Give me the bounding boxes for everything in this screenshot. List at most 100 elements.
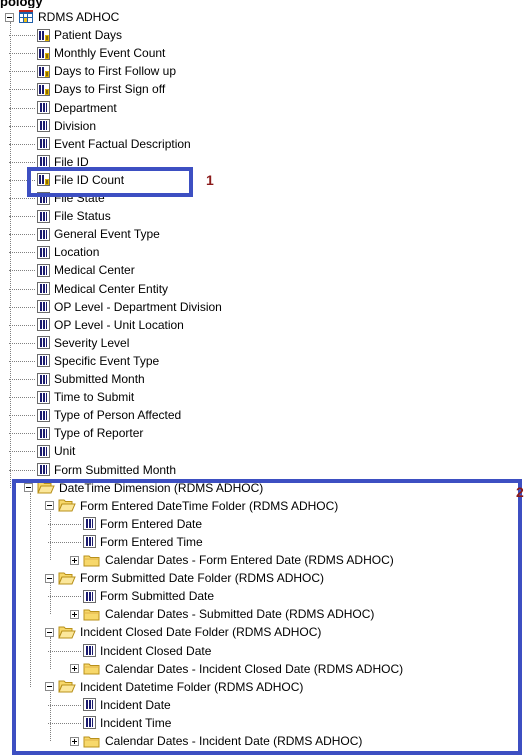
tree-item-attribute[interactable]: File Status — [37, 207, 111, 225]
tree-item-attribute[interactable]: Severity Level — [37, 334, 129, 352]
tree-connector — [9, 324, 35, 326]
tree-connector — [9, 161, 35, 163]
tree-item-attribute[interactable]: OP Level - Unit Location — [37, 316, 184, 334]
tree-connector — [9, 71, 35, 73]
tree-item-attribute[interactable]: Form Submitted Month — [37, 461, 176, 479]
tree-item-measure[interactable]: Days to First Follow up — [37, 62, 176, 80]
annotation-number-1: 1 — [206, 172, 214, 188]
annotation-box-1 — [27, 167, 193, 197]
tree-item-attribute[interactable]: General Event Type — [37, 225, 160, 243]
tree-connector — [9, 252, 35, 254]
tree-item-label: File Status — [54, 209, 111, 224]
tree-connector — [9, 270, 35, 272]
tree-item-label: Medical Center — [54, 263, 135, 278]
tree-connector — [9, 397, 35, 399]
attribute-icon — [37, 101, 50, 114]
attribute-icon — [37, 372, 50, 386]
tree-item-label: Severity Level — [54, 335, 130, 350]
tree-item-attribute[interactable]: Unit — [37, 442, 75, 460]
tree-item-label: Time to Submit — [54, 390, 135, 405]
tree-item-label: Location — [54, 245, 100, 260]
collapse-minus-icon[interactable] — [5, 12, 14, 22]
cube-icon — [18, 10, 34, 24]
tree-item-label: Type of Person Affected — [54, 408, 182, 423]
tree-item-attribute[interactable]: Time to Submit — [37, 388, 134, 406]
attribute-icon — [37, 209, 50, 223]
tree-connector — [9, 469, 35, 471]
tree-item-attribute[interactable]: Department — [37, 99, 117, 117]
tree-item-attribute[interactable]: Division — [37, 117, 96, 135]
tree-item-attribute[interactable]: Medical Center Entity — [37, 280, 168, 298]
tree-item-label: General Event Type — [54, 227, 160, 242]
measure-icon — [37, 64, 50, 78]
measure-icon — [37, 46, 50, 60]
measure-icon — [37, 28, 50, 42]
attribute-icon — [37, 300, 50, 314]
attribute-icon — [37, 137, 50, 151]
tree-item-attribute[interactable]: Type of Person Affected — [37, 406, 181, 424]
tree-connector — [9, 433, 35, 435]
measure-icon — [37, 82, 50, 96]
object-tree: RDMS ADHOC Patient Days Monthly Event Co… — [0, 0, 532, 755]
tree-item-attribute[interactable]: Type of Reporter — [37, 424, 143, 442]
attribute-icon — [37, 336, 50, 350]
tree-connector — [9, 342, 35, 344]
attribute-icon — [37, 318, 50, 332]
tree-connector — [9, 53, 35, 55]
tree-item-label: Specific Event Type — [54, 353, 160, 368]
tree-connector — [9, 234, 35, 236]
tree-connector — [10, 22, 11, 488]
tree-connector — [9, 451, 35, 453]
tree-item-label: Monthly Event Count — [54, 46, 166, 61]
annotation-box-2 — [12, 479, 522, 755]
tree-item-label: Division — [54, 118, 97, 133]
tree-item-measure[interactable]: Monthly Event Count — [37, 44, 165, 62]
tree-item-measure[interactable]: Patient Days — [37, 26, 122, 44]
tree-item-measure[interactable]: Days to First Sign off — [37, 80, 165, 98]
attribute-icon — [37, 354, 50, 368]
tree-connector — [9, 415, 35, 417]
tree-connector — [9, 288, 35, 290]
tree-item-label: Days to First Follow up — [54, 64, 177, 79]
tree-item-label: Submitted Month — [54, 372, 145, 386]
tree-item-label: Days to First Sign off — [54, 82, 166, 97]
tree-connector — [9, 35, 35, 37]
tree-item-label: Type of Reporter — [54, 426, 144, 441]
attribute-icon — [37, 463, 50, 476]
annotation-number-2: 2 — [516, 484, 524, 500]
tree-connector — [9, 360, 35, 362]
tree-item-attribute[interactable]: Event Factual Description — [37, 135, 191, 153]
tree-item-attribute[interactable]: Specific Event Type — [37, 352, 159, 370]
attribute-icon — [37, 119, 50, 133]
attribute-icon — [37, 227, 50, 241]
tree-item-label: RDMS ADHOC — [38, 10, 120, 24]
tree-connector — [9, 107, 35, 109]
tree-item-label: OP Level - Unit Location — [54, 317, 184, 332]
attribute-icon — [37, 426, 50, 440]
tree-connector — [9, 216, 35, 218]
tree-connector — [9, 89, 35, 91]
tree-item-label: Department — [54, 100, 117, 115]
attribute-icon — [37, 245, 50, 259]
tree-item-label: Medical Center Entity — [54, 281, 169, 296]
attribute-icon — [37, 282, 50, 295]
tree-item-attribute[interactable]: Medical Center — [37, 261, 135, 279]
attribute-icon — [37, 390, 50, 404]
tree-connector — [9, 379, 35, 380]
tree-item-attribute[interactable]: Submitted Month — [37, 370, 145, 388]
tree-root-rdms-adhoc[interactable]: RDMS ADHOC — [5, 8, 119, 26]
tree-item-label: Event Factual Description — [54, 136, 191, 151]
tree-connector — [9, 143, 35, 145]
tree-connector — [9, 198, 35, 199]
tree-item-attribute[interactable]: Location — [37, 243, 99, 261]
tree-connector — [9, 125, 35, 127]
attribute-icon — [37, 263, 50, 277]
attribute-icon — [37, 408, 50, 422]
tree-item-label: Patient Days — [54, 28, 123, 43]
tree-item-label: Form Submitted Month — [54, 462, 177, 477]
attribute-icon — [37, 444, 50, 458]
tree-item-attribute[interactable]: OP Level - Department Division — [37, 298, 222, 316]
tree-item-label: Unit — [54, 444, 76, 459]
tree-item-label: OP Level - Department Division — [54, 299, 222, 314]
tree-connector — [9, 306, 35, 308]
